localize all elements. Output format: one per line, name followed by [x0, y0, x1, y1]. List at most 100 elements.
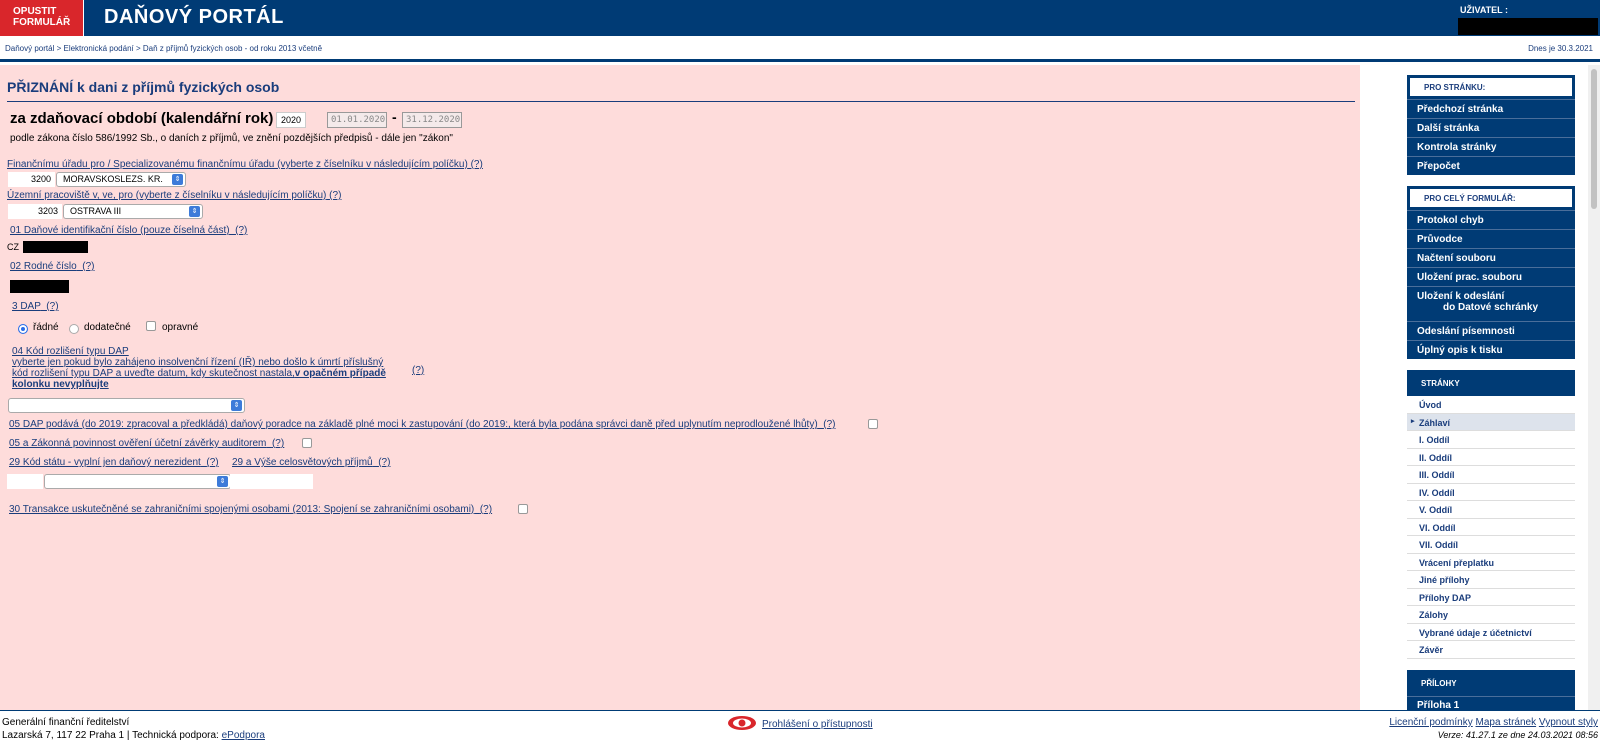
select-arrow-icon: ⇕	[217, 476, 228, 487]
page-link-oddil-5[interactable]: V. Oddíl	[1407, 501, 1575, 519]
breadcrumb-bar: Daňový portál > Elektronická podání > Da…	[0, 36, 1600, 62]
select-arrow-icon: ⇕	[189, 206, 200, 217]
rc-label[interactable]: 02 Rodné číslo (?)	[10, 261, 95, 272]
year-input[interactable]: 2020	[276, 112, 306, 128]
advisor-checkbox[interactable]	[868, 419, 878, 429]
state-select[interactable]: ⇕	[44, 474, 231, 489]
eye-icon	[728, 716, 756, 730]
income-label[interactable]: 29 a Výše celosvětových příjmů (?)	[232, 457, 390, 468]
dap-label[interactable]: 3 DAP (?)	[12, 301, 59, 312]
dap-option-opravne: opravné	[162, 322, 199, 333]
exit-form-button[interactable]: OPUSTIT FORMULÁŘ	[0, 0, 84, 36]
exit-form-line2: FORMULÁŘ	[13, 17, 71, 28]
dap-radio-dodatecne[interactable]	[69, 324, 79, 334]
user-label: UŽIVATEL :	[1460, 5, 1508, 15]
page-link-uvod[interactable]: Úvod	[1407, 396, 1575, 414]
help-link: (?)	[329, 190, 342, 201]
page-link-ucetnictvi[interactable]: Vybrané údaje z účetnictví	[1407, 623, 1575, 641]
transaction-checkbox[interactable]	[518, 504, 528, 514]
page-link-vraceni[interactable]: Vrácení přeplatku	[1407, 553, 1575, 571]
page-link-zalohy[interactable]: Zálohy	[1407, 606, 1575, 624]
save-work-file-button[interactable]: Uložení prac. souboru	[1407, 267, 1575, 286]
load-file-button[interactable]: Načtení souboru	[1407, 248, 1575, 267]
workplace-label[interactable]: Územní pracoviště v, ve, pro (vyberte z …	[7, 190, 341, 201]
help-link: (?)	[82, 261, 95, 272]
date-range-dash: -	[392, 109, 397, 125]
footer-links: Licenční podmínky Mapa stránek Vypnout s…	[1389, 717, 1598, 728]
breadcrumb[interactable]: Daňový portál > Elektronická podání > Da…	[5, 44, 322, 53]
date-to-input[interactable]: 31.12.2020	[402, 112, 462, 128]
income-input[interactable]	[230, 474, 313, 489]
page-link-prilohy-dap[interactable]: Přílohy DAP	[1407, 588, 1575, 606]
advisor-label[interactable]: 05 DAP podává (do 2019: zpracoval a před…	[9, 419, 835, 430]
help-link: (?)	[823, 419, 836, 430]
help-link: (?)	[479, 504, 493, 515]
workplace-code: 3203	[8, 204, 62, 219]
kod-label[interactable]: 04 Kód rozlišení typu DAP vyberte jen po…	[12, 346, 386, 390]
sitemap-link[interactable]: Mapa stránek	[1476, 717, 1537, 728]
workplace-select[interactable]: OSTRAVA III ⇕	[63, 204, 203, 219]
page-link-zaver[interactable]: Závěr	[1407, 641, 1575, 659]
help-link: (?)	[235, 225, 248, 236]
help-link[interactable]: (?)	[412, 365, 424, 376]
page-link-oddil-6[interactable]: VI. Oddíl	[1407, 518, 1575, 536]
submit-document-button[interactable]: Odeslání písemnosti	[1407, 321, 1575, 340]
page-link-oddil-1[interactable]: I. Oddíl	[1407, 431, 1575, 449]
audit-checkbox[interactable]	[302, 438, 312, 448]
select-arrow-icon: ⇕	[231, 400, 242, 411]
page-link-jine-prilohy[interactable]: Jiné přílohy	[1407, 571, 1575, 589]
page-link-oddil-7[interactable]: VII. Oddíl	[1407, 536, 1575, 554]
select-arrow-icon: ⇕	[172, 174, 183, 185]
accessibility-link[interactable]: Prohlášení o přístupnosti	[762, 719, 873, 730]
date-from-input[interactable]: 01.01.2020	[327, 112, 387, 128]
state-code-input[interactable]	[7, 474, 43, 489]
current-page-arrow-icon: ▸	[1411, 417, 1415, 425]
portal-title: DAŇOVÝ PORTÁL	[104, 6, 284, 28]
dic-label[interactable]: 01 Daňové identifikační číslo (pouze čís…	[10, 225, 247, 236]
transaction-label[interactable]: 30 Transakce uskutečněné se zahraničními…	[9, 504, 492, 515]
office-select[interactable]: MORAVSKOSLEZS. KR. ⇕	[56, 172, 186, 187]
page-actions-header: PRO STRÁNKU:	[1407, 75, 1575, 99]
rc-input-redacted[interactable]	[10, 280, 69, 293]
support-link[interactable]: ePodpora	[222, 730, 265, 741]
next-page-button[interactable]: Další stránka	[1407, 118, 1575, 137]
page-link-oddil-4[interactable]: IV. Oddíl	[1407, 483, 1575, 501]
dap-radio-radne[interactable]	[18, 324, 28, 334]
audit-label[interactable]: 05 a Zákonná povinnost ověření účetní zá…	[9, 438, 284, 449]
footer-org: Generální finanční ředitelství	[2, 717, 130, 728]
error-log-button[interactable]: Protokol chyb	[1407, 210, 1575, 229]
kod-select[interactable]: ⇕	[8, 398, 245, 413]
disable-styles-link[interactable]: Vypnout styly	[1539, 717, 1598, 728]
form-area: PŘIZNÁNÍ k dani z příjmů fyzických osob …	[0, 65, 1360, 710]
help-link: (?)	[271, 438, 285, 449]
current-date: Dnes je 30.3.2021	[1528, 44, 1593, 53]
footer: Generální finanční ředitelství Lazarská …	[0, 710, 1600, 750]
dic-input-redacted[interactable]	[23, 241, 88, 253]
dap-option-dodatecne: dodatečné	[84, 322, 131, 333]
help-link: (?)	[206, 457, 219, 468]
dap-option-radne: řádné	[33, 322, 59, 333]
page-link-oddil-2[interactable]: II. Oddíl	[1407, 448, 1575, 466]
right-sidebar: PRO STRÁNKU: Předchozí stránka Další str…	[1407, 75, 1575, 714]
scrollbar-thumb[interactable]	[1591, 69, 1597, 209]
page-link-zahlavi[interactable]: ▸ Záhlaví	[1407, 413, 1575, 431]
prev-page-button[interactable]: Předchozí stránka	[1407, 99, 1575, 118]
scrollbar[interactable]	[1588, 65, 1600, 710]
license-link[interactable]: Licenční podmínky	[1389, 717, 1472, 728]
print-full-copy-button[interactable]: Úplný opis k tisku	[1407, 340, 1575, 359]
user-name-redacted	[1458, 18, 1598, 35]
save-for-databox-button[interactable]: Uložení k odeslání do Datové schránky	[1407, 286, 1575, 321]
page-link-oddil-3[interactable]: III. Oddíl	[1407, 466, 1575, 484]
form-actions-header: PRO CELÝ FORMULÁŘ:	[1407, 186, 1575, 210]
state-label[interactable]: 29 Kód státu - vyplní jen daňový nerezid…	[9, 457, 219, 468]
check-page-button[interactable]: Kontrola stránky	[1407, 137, 1575, 156]
office-label[interactable]: Finančnímu úřadu pro / Specializovanému …	[7, 159, 483, 170]
recalculate-button[interactable]: Přepočet	[1407, 156, 1575, 175]
office-code: 3200	[8, 172, 55, 187]
law-reference: podle zákona číslo 586/1992 Sb., o daníc…	[10, 133, 453, 144]
wizard-button[interactable]: Průvodce	[1407, 229, 1575, 248]
dap-checkbox-opravne[interactable]	[146, 321, 156, 331]
workplace-select-value: OSTRAVA III	[70, 206, 122, 216]
form-title: PŘIZNÁNÍ k dani z příjmů fyzických osob	[7, 79, 1355, 102]
period-label: za zdaňovací období (kalendářní rok)	[10, 110, 274, 127]
